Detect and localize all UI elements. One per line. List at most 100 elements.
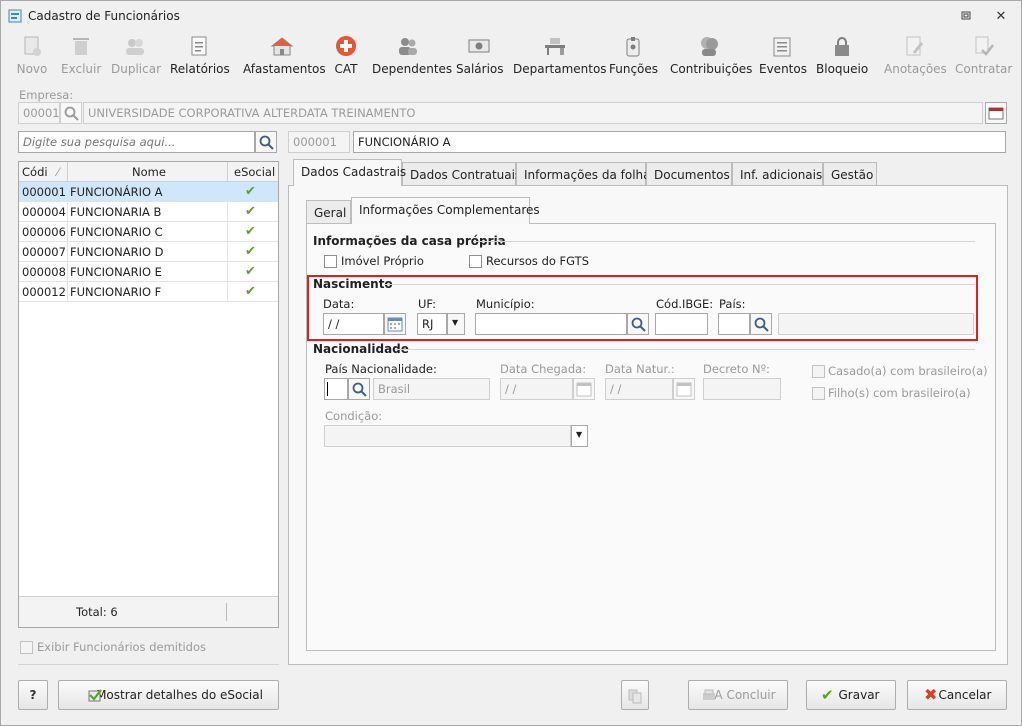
pais-name-field — [778, 313, 974, 335]
imovel-proprio-checkbox[interactable] — [324, 255, 337, 268]
x-icon: ✖ — [924, 685, 938, 704]
uf-select[interactable]: RJ — [417, 313, 447, 335]
column-header-code[interactable]: Códi — [22, 165, 48, 179]
show-dismissed-checkbox[interactable] — [20, 641, 33, 654]
search-input[interactable]: Digite sua pesquisa aqui... — [18, 131, 255, 153]
imovel-proprio-label: Imóvel Próprio — [341, 254, 424, 268]
search-icon — [352, 382, 367, 397]
data-label: Data: — [323, 297, 355, 311]
hire-icon — [975, 36, 994, 56]
toolbar-departamentos-button[interactable]: Departamentos — [513, 31, 607, 81]
column-divider — [67, 162, 68, 182]
toolbar-duplicar-button[interactable]: Duplicar — [111, 31, 161, 81]
decreto-input[interactable] — [703, 378, 781, 400]
toolbar-contribuicoes-button[interactable]: Contribuições — [670, 31, 753, 81]
search-icon — [64, 106, 79, 121]
toolbar-label: Contribuições — [670, 62, 753, 76]
tab-dados-contratuais[interactable]: Dados Contratuais — [402, 162, 521, 186]
casado-brasileiro-checkbox[interactable] — [812, 365, 825, 378]
subtab-informacoes-complementares[interactable]: Informações Complementares — [351, 197, 540, 224]
toolbar-afastamentos-button[interactable]: Afastamentos — [243, 31, 326, 81]
grid-header: Códi ⁄ Nome eSocial — [19, 162, 278, 182]
search-icon — [631, 317, 646, 332]
restore-button[interactable] — [956, 9, 976, 25]
close-button[interactable]: ✕ — [991, 9, 1011, 25]
toolbar-bloqueio-button[interactable]: Bloqueio — [816, 31, 868, 81]
municipio-search-button[interactable] — [627, 313, 649, 335]
pais-search-button[interactable] — [750, 313, 772, 335]
toolbar-label: Afastamentos — [243, 62, 326, 76]
new-icon — [24, 36, 41, 56]
data-natur-input[interactable]: / / — [605, 378, 673, 400]
toolbar-eventos-button[interactable]: Eventos — [759, 31, 807, 81]
search-button[interactable] — [255, 131, 277, 153]
toolbar-cat-button[interactable]: CAT — [331, 31, 361, 81]
concluir-button[interactable]: A Concluir — [688, 680, 788, 710]
calendar-icon — [676, 382, 692, 397]
toolbar-relatorios-button[interactable]: Relatórios — [170, 31, 230, 81]
toolbar-anotacoes-button[interactable]: Anotações — [884, 31, 947, 81]
esocial-details-button[interactable]: Mostrar detalhes do eSocial — [58, 680, 279, 710]
date-picker-button[interactable] — [673, 378, 695, 400]
toolbar-label: Bloqueio — [816, 62, 869, 76]
condicao-select[interactable] — [324, 425, 571, 447]
municipio-label: Município: — [476, 297, 535, 311]
check-icon: ✔ — [245, 204, 256, 219]
tab-dados-cadastrais[interactable]: Dados Cadastrais — [293, 159, 406, 186]
recursos-fgts-checkbox[interactable] — [469, 255, 482, 268]
toolbar-contratar-button[interactable]: Contratar — [955, 31, 1013, 81]
check-icon: ✔ — [245, 284, 256, 299]
copy-button[interactable] — [621, 680, 649, 710]
gravar-button[interactable]: ✔ Gravar — [806, 680, 896, 710]
table-row[interactable]: 000008 FUNCIONARIO E ✔ — [19, 262, 278, 282]
toolbar-dependentes-button[interactable]: Dependentes — [372, 31, 452, 81]
uf-dropdown-button[interactable]: ▼ — [447, 313, 465, 335]
ibge-input[interactable] — [655, 313, 708, 335]
column-header-name[interactable]: Nome — [132, 165, 166, 179]
condicao-dropdown-button[interactable]: ▼ — [571, 425, 588, 447]
search-icon — [754, 317, 769, 332]
toolbar-salarios-button[interactable]: Salários — [456, 31, 504, 81]
cancelar-label: Cancelar — [938, 688, 992, 702]
table-row[interactable]: 000004 FUNCIONARIA B ✔ — [19, 202, 278, 222]
cancelar-button[interactable]: ✖ Cancelar — [907, 680, 1007, 710]
empresa-code-field[interactable]: 00001 — [18, 102, 60, 124]
empresa-search-button[interactable] — [60, 102, 82, 124]
toolbar-novo-button[interactable]: Novo — [16, 31, 48, 81]
chevron-down-icon: ▼ — [452, 318, 459, 327]
table-row[interactable]: 000006 FUNCIONARIO C ✔ — [19, 222, 278, 242]
subtab-geral[interactable]: Geral — [306, 200, 351, 224]
row-code: 000012 — [22, 285, 66, 299]
date-picker-button[interactable] — [384, 313, 406, 335]
empresa-open-button[interactable] — [985, 102, 1007, 124]
row-name: FUNCIONARIO C — [70, 225, 163, 239]
table-row[interactable]: 000001 FUNCIONÁRIO A ✔ — [19, 182, 278, 202]
check-icon: ✔ — [245, 184, 256, 199]
data-chegada-input[interactable]: / / — [500, 378, 573, 400]
help-button[interactable]: ? — [18, 680, 48, 710]
pais-code-input[interactable] — [718, 313, 750, 335]
employee-name-field[interactable]: FUNCIONÁRIO A — [353, 131, 1006, 153]
pais-nacionalidade-code-input[interactable] — [324, 378, 348, 400]
municipio-input[interactable] — [475, 313, 627, 335]
filho-brasileiro-checkbox[interactable] — [812, 387, 825, 400]
tab-documentos[interactable]: Documentos — [646, 162, 732, 186]
list-icon — [773, 37, 791, 57]
toolbar-label: Excluir — [61, 62, 102, 76]
tab-gestao[interactable]: Gestão — [823, 162, 877, 186]
table-row[interactable]: 000012 FUNCIONARIO F ✔ — [19, 282, 278, 302]
divider — [395, 349, 975, 350]
tab-inf-adicionais[interactable]: Inf. adicionais — [732, 162, 823, 186]
toolbar-excluir-button[interactable]: Excluir — [61, 31, 101, 81]
date-picker-button[interactable] — [573, 378, 595, 400]
table-row[interactable]: 000007 FUNCIONARIO D ✔ — [19, 242, 278, 262]
tab-informacoes-folha[interactable]: Informações da folha — [516, 162, 651, 186]
toolbar-label: Anotações — [884, 62, 947, 76]
empresa-name-field[interactable]: UNIVERSIDADE CORPORATIVA ALTERDATA TREIN… — [83, 102, 983, 124]
column-header-esocial[interactable]: eSocial — [234, 165, 275, 179]
toolbar-funcoes-button[interactable]: Funções — [609, 31, 658, 81]
employee-code-field[interactable]: 000001 — [288, 131, 350, 153]
pais-nacionalidade-search-button[interactable] — [348, 378, 370, 400]
toolbar-label: Contratar — [955, 62, 1013, 76]
birth-date-input[interactable]: / / — [323, 313, 384, 335]
